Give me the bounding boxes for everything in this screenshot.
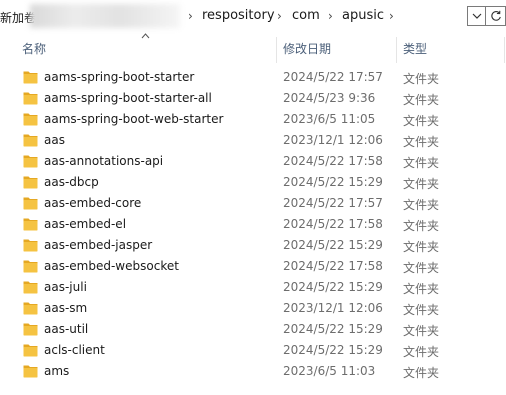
breadcrumb-separator[interactable]: › [188,9,193,23]
file-type: 文件夹 [403,114,440,128]
file-type: 文件夹 [403,345,440,359]
file-modified-date: 2024/5/22 15:29 [283,238,383,252]
folder-icon [23,239,38,252]
breadcrumb-separator[interactable]: › [328,9,333,23]
column-divider[interactable] [504,37,505,63]
file-modified-date: 2023/12/1 12:06 [283,301,383,315]
address-bar[interactable]: 新加卷 › respository › com › apusic › [0,0,506,33]
folder-icon [23,323,38,336]
column-header-type-label: 类型 [403,41,428,56]
breadcrumb-com[interactable]: com [292,8,320,23]
file-row[interactable]: aas-annotations-api 2024/5/22 17:58 文件夹 [0,151,506,172]
file-type: 文件夹 [403,282,440,296]
breadcrumb-apusic[interactable]: apusic [342,8,384,23]
column-header-row: 名称 修改日期 类型 [0,33,506,63]
refresh-icon [490,10,501,21]
folder-icon [23,302,38,315]
folder-icon [23,197,38,210]
folder-icon [23,365,38,378]
file-row[interactable]: aas 2023/12/1 12:06 文件夹 [0,130,506,151]
breadcrumb-separator[interactable]: › [277,9,282,23]
file-name[interactable]: aams-spring-boot-starter-all [44,91,212,105]
file-row[interactable]: aas-embed-el 2024/5/22 17:58 文件夹 [0,214,506,235]
file-modified-date: 2023/12/1 12:06 [283,133,383,147]
file-modified-date: 2024/5/22 17:57 [283,70,383,84]
file-type: 文件夹 [403,72,440,86]
file-name[interactable]: aas [44,133,65,147]
folder-icon [23,218,38,231]
file-row[interactable]: aas-embed-websocket 2024/5/22 17:58 文件夹 [0,256,506,277]
file-modified-date: 2024/5/22 15:29 [283,343,383,357]
folder-icon [23,92,38,105]
file-name[interactable]: aas-embed-jasper [44,238,152,252]
file-name[interactable]: aams-spring-boot-web-starter [44,112,223,126]
folder-icon [23,260,38,273]
folder-icon [23,71,38,84]
file-row[interactable]: aas-juli 2024/5/22 15:29 文件夹 [0,277,506,298]
file-modified-date: 2024/5/22 17:58 [283,154,383,168]
folder-icon [23,134,38,147]
file-name[interactable]: acls-client [44,343,105,357]
file-name[interactable]: aas-juli [44,280,87,294]
file-modified-date: 2024/5/22 17:58 [283,259,383,273]
file-modified-date: 2024/5/22 17:57 [283,196,383,210]
file-name[interactable]: aas-sm [44,301,87,315]
column-header-modified[interactable]: 修改日期 [283,33,331,63]
file-name[interactable]: aas-embed-core [44,196,141,210]
file-name[interactable]: aas-embed-websocket [44,259,179,273]
column-header-modified-label: 修改日期 [283,41,332,56]
refresh-button[interactable] [486,6,506,26]
file-type: 文件夹 [403,240,440,254]
file-row[interactable]: aams-spring-boot-starter-all 2024/5/23 9:… [0,88,506,109]
column-divider[interactable] [276,37,277,63]
file-type: 文件夹 [403,198,440,212]
file-name[interactable]: aams-spring-boot-starter [44,70,194,84]
file-modified-date: 2024/5/23 9:36 [283,91,376,105]
file-row[interactable]: ams 2023/6/5 11:03 文件夹 [0,361,506,382]
file-row[interactable]: aas-embed-jasper 2024/5/22 15:29 文件夹 [0,235,506,256]
file-row[interactable]: aas-dbcp 2024/5/22 15:29 文件夹 [0,172,506,193]
file-type: 文件夹 [403,93,440,107]
breadcrumb-respository[interactable]: respository [202,8,275,23]
folder-icon [23,176,38,189]
file-modified-date: 2024/5/22 15:29 [283,322,383,336]
folder-icon [23,113,38,126]
folder-icon [23,155,38,168]
file-modified-date: 2023/6/5 11:05 [283,112,376,126]
file-type: 文件夹 [403,156,440,170]
column-divider[interactable] [396,37,397,63]
file-modified-date: 2024/5/22 15:29 [283,175,383,189]
file-name[interactable]: aas-dbcp [44,175,99,189]
file-modified-date: 2024/5/22 15:29 [283,280,383,294]
column-header-name-label: 名称 [22,41,47,56]
file-row[interactable]: aas-sm 2023/12/1 12:06 文件夹 [0,298,506,319]
file-type: 文件夹 [403,135,440,149]
file-name[interactable]: ams [44,364,69,378]
file-name[interactable]: aas-annotations-api [44,154,163,168]
redacted-path-segment [30,4,180,28]
column-header-type[interactable]: 类型 [403,33,427,63]
file-row[interactable]: aas-embed-core 2024/5/22 17:57 文件夹 [0,193,506,214]
file-row[interactable]: aas-util 2024/5/22 15:29 文件夹 [0,319,506,340]
sort-ascending-icon [141,33,150,39]
address-history-dropdown[interactable] [467,6,486,26]
file-type: 文件夹 [403,303,440,317]
file-row[interactable]: aams-spring-boot-starter 2024/5/22 17:57 文… [0,67,506,88]
file-type: 文件夹 [403,219,440,233]
folder-icon [23,281,38,294]
file-row[interactable]: acls-client 2024/5/22 15:29 文件夹 [0,340,506,361]
file-type: 文件夹 [403,324,440,338]
column-header-name[interactable]: 名称 [22,33,46,63]
file-modified-date: 2023/6/5 11:03 [283,364,376,378]
file-row[interactable]: aams-spring-boot-web-starter 2023/6/5 11:… [0,109,506,130]
folder-icon [23,344,38,357]
file-name[interactable]: aas-embed-el [44,217,126,231]
file-type: 文件夹 [403,366,440,380]
file-type: 文件夹 [403,177,440,191]
chevron-down-icon [472,13,481,19]
breadcrumb-separator[interactable]: › [389,9,394,23]
file-modified-date: 2024/5/22 17:58 [283,217,383,231]
file-type: 文件夹 [403,261,440,275]
file-name[interactable]: aas-util [44,322,88,336]
